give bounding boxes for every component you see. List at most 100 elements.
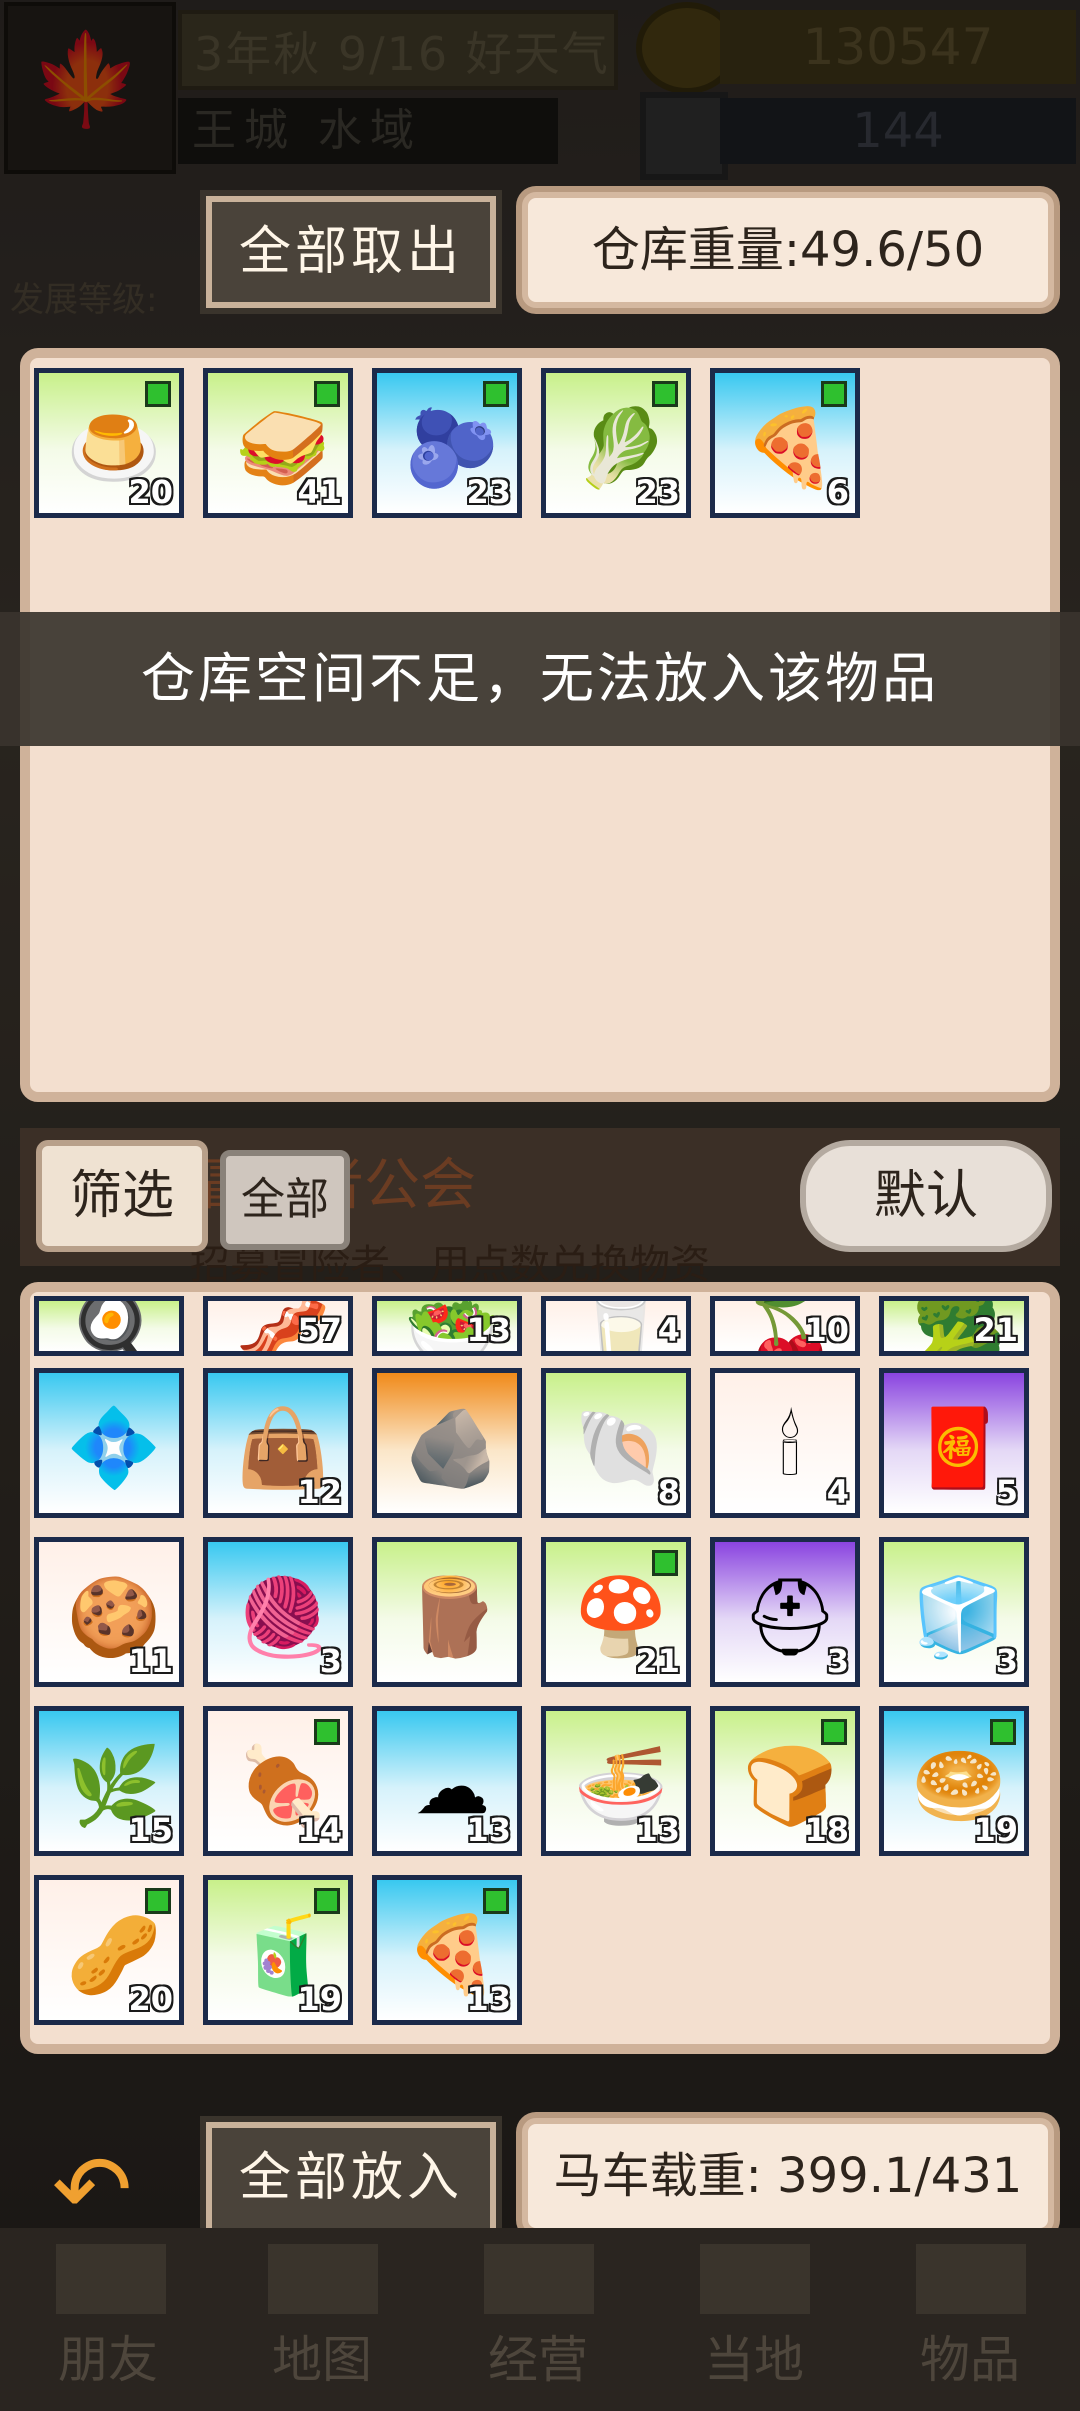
item-slot[interactable]: 💠: [34, 1368, 184, 1518]
item-quantity: 13: [635, 1811, 680, 1849]
friends-nav-icon[interactable]: [56, 2244, 166, 2314]
item-quantity: 8: [657, 1473, 680, 1511]
item-slot[interactable]: 🍜 13: [541, 1706, 691, 1856]
iron-helmet-icon: ⛑: [741, 1572, 839, 1661]
item-slot[interactable]: 🕯 4: [710, 1368, 860, 1518]
new-item-indicator-icon: [483, 1888, 509, 1914]
item-quantity: 3: [995, 1642, 1018, 1680]
nav-business[interactable]: 经营: [438, 2320, 638, 2392]
item-slot[interactable]: 🥛 4: [541, 1296, 691, 1356]
red-cloth-icon: 🧧: [911, 1403, 1007, 1492]
item-slot[interactable]: 👜 12: [203, 1368, 353, 1518]
item-quantity: 3: [826, 1642, 849, 1680]
new-item-indicator-icon: [314, 1719, 340, 1745]
item-slot[interactable]: ☁ 13: [372, 1706, 522, 1856]
item-quantity: 11: [128, 1642, 173, 1680]
items-nav-icon[interactable]: [916, 2244, 1026, 2314]
rope-coil-icon: 🧶: [235, 1572, 331, 1661]
filter-button[interactable]: 筛选: [36, 1140, 208, 1252]
new-item-indicator-icon: [314, 1888, 340, 1914]
item-slot[interactable]: 🍪 11: [34, 1537, 184, 1687]
new-item-indicator-icon: [145, 381, 171, 407]
partial-item-icon: 🍳: [66, 1296, 162, 1356]
item-slot[interactable]: 🧃 19: [203, 1875, 353, 2025]
item-quantity: 23: [466, 473, 511, 511]
snail-shell-icon: 🐚: [573, 1403, 669, 1492]
item-slot[interactable]: 🍳: [34, 1296, 184, 1356]
item-quantity: 13: [466, 1811, 511, 1849]
storage-weight-label: 仓库重量:49.6/50: [522, 192, 1054, 308]
item-slot[interactable]: 🍞 18: [710, 1706, 860, 1856]
item-slot[interactable]: 🍮 20: [34, 368, 184, 518]
item-quantity: 12: [297, 1473, 342, 1511]
item-slot[interactable]: 🍖 14: [203, 1706, 353, 1856]
nav-friends[interactable]: 朋友: [8, 2320, 208, 2392]
item-quantity: 23: [635, 473, 680, 511]
item-slot[interactable]: 🍒 10: [710, 1296, 860, 1356]
filter-all-button[interactable]: 全部: [220, 1150, 350, 1250]
put-all-button[interactable]: 全部放入: [206, 2122, 496, 2234]
undo-icon[interactable]: ↶: [52, 2140, 162, 2240]
item-slot[interactable]: 🧧 5: [879, 1368, 1029, 1518]
item-quantity: 21: [635, 1642, 680, 1680]
candle-icon: 🕯: [779, 1402, 801, 1492]
new-item-indicator-icon: [652, 1550, 678, 1576]
item-slot[interactable]: 🥯 19: [879, 1706, 1029, 1856]
item-slot[interactable]: 🥦 21: [879, 1296, 1029, 1356]
item-slot[interactable]: 🫐 23: [372, 368, 522, 518]
item-slot[interactable]: ⛑ 3: [710, 1537, 860, 1687]
cart-weight-label: 马车载重: 399.1/431: [522, 2118, 1054, 2234]
item-quantity: 19: [297, 1980, 342, 2018]
new-item-indicator-icon: [821, 381, 847, 407]
steel-ingot-icon: 🧊: [911, 1572, 1007, 1661]
map-nav-icon[interactable]: [268, 2244, 378, 2314]
new-item-indicator-icon: [314, 381, 340, 407]
item-slot[interactable]: 🍕 13: [372, 1875, 522, 2025]
pizza-slice-icon: 🍕: [742, 403, 838, 492]
partial-item-icon: 🥛: [573, 1296, 669, 1356]
nav-items[interactable]: 物品: [870, 2320, 1070, 2392]
ore-stones-icon: 🪨: [404, 1403, 500, 1492]
sort-default-button[interactable]: 默认: [800, 1140, 1052, 1252]
new-item-indicator-icon: [483, 381, 509, 407]
item-slot[interactable]: 🍄 21: [541, 1537, 691, 1687]
take-all-button[interactable]: 全部取出: [206, 196, 496, 308]
item-quantity: 41: [297, 473, 342, 511]
wood-logs-icon: 🪵: [404, 1572, 500, 1661]
item-slot[interactable]: 🍕 6: [710, 368, 860, 518]
item-quantity: 19: [973, 1811, 1018, 1849]
item-slot[interactable]: 🥓 57: [203, 1296, 353, 1356]
item-quantity: 18: [804, 1811, 849, 1849]
purple-crystal-icon: 💠: [66, 1403, 162, 1492]
item-quantity: 21: [973, 1311, 1018, 1349]
business-nav-icon[interactable]: [484, 2244, 594, 2314]
local-nav-icon[interactable]: [700, 2244, 810, 2314]
item-quantity: 20: [128, 1980, 173, 2018]
item-quantity: 4: [657, 1311, 680, 1349]
item-slot[interactable]: 🥬 23: [541, 368, 691, 518]
item-slot[interactable]: 🧊 3: [879, 1537, 1029, 1687]
item-quantity: 6: [826, 473, 849, 511]
item-slot[interactable]: 🧶 3: [203, 1537, 353, 1687]
new-item-indicator-icon: [990, 1719, 1016, 1745]
nav-local[interactable]: 当地: [654, 2320, 854, 2392]
item-quantity: 3: [319, 1642, 342, 1680]
item-quantity: 10: [804, 1311, 849, 1349]
item-quantity: 5: [995, 1473, 1018, 1511]
storage-full-toast: 仓库空间不足，无法放入该物品: [0, 612, 1080, 746]
item-slot[interactable]: 🪨: [372, 1368, 522, 1518]
item-quantity: 15: [128, 1811, 173, 1849]
item-slot[interactable]: 🌿 15: [34, 1706, 184, 1856]
item-slot[interactable]: 🥜 20: [34, 1875, 184, 2025]
new-item-indicator-icon: [821, 1719, 847, 1745]
item-slot[interactable]: 🥪 41: [203, 368, 353, 518]
item-quantity: 20: [128, 473, 173, 511]
item-slot[interactable]: 🐚 8: [541, 1368, 691, 1518]
item-slot[interactable]: 🥗 13: [372, 1296, 522, 1356]
item-slot[interactable]: 🪵: [372, 1537, 522, 1687]
nav-map[interactable]: 地图: [222, 2320, 422, 2392]
item-quantity: 4: [826, 1473, 849, 1511]
item-quantity: 57: [297, 1311, 342, 1349]
item-quantity: 14: [297, 1811, 342, 1849]
new-item-indicator-icon: [652, 381, 678, 407]
